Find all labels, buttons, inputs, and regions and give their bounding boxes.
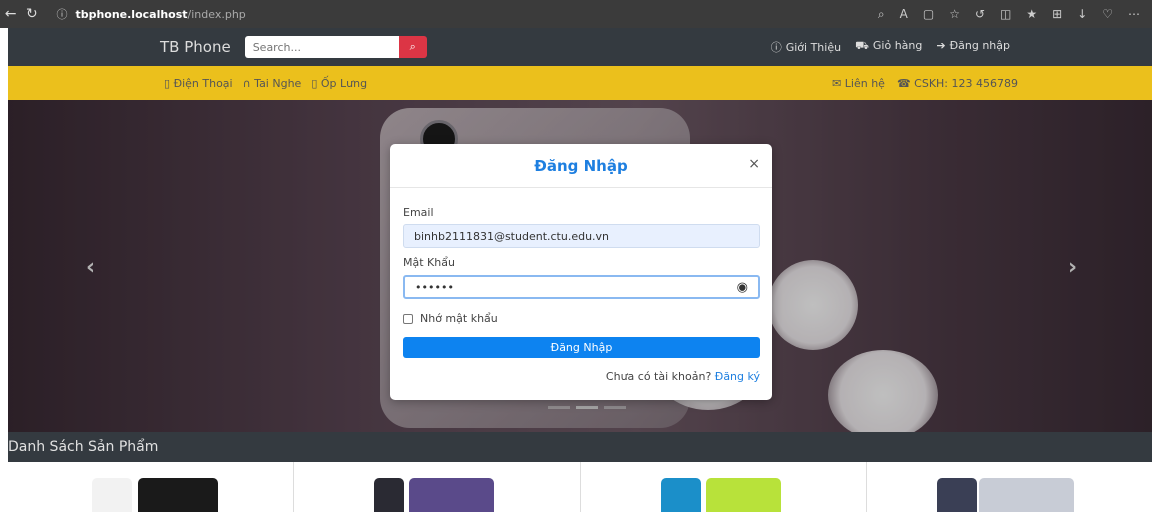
product-image	[138, 478, 218, 512]
product-image	[660, 478, 701, 512]
product-image	[374, 478, 405, 512]
product-card[interactable]	[294, 462, 581, 512]
eye-icon[interactable]: ◉	[737, 280, 748, 295]
nav-link-cart[interactable]: ⛟ Giỏ hàng	[855, 39, 922, 55]
main-navbar: TB Phone ⌕ ⓘGiới Thiệu ⛟Giỏ hàng ➔Đăng n…	[8, 28, 1152, 66]
search-button[interactable]: ⌕	[398, 36, 427, 58]
search-icon: ⌕	[409, 40, 416, 53]
remember-checkbox[interactable]	[403, 313, 413, 324]
contact-link[interactable]: ✉ Liên hệ	[832, 77, 885, 90]
email-label: Email	[403, 206, 434, 219]
login-modal: Đăng Nhập × Email binhb2111831@student.c…	[390, 144, 772, 400]
category-cases[interactable]: ▯ Ốp Lưng	[311, 77, 367, 90]
read-aloud-icon[interactable]: ⌕	[878, 7, 885, 22]
extensions-icon[interactable]: ♡	[1102, 7, 1113, 22]
product-image	[978, 478, 1074, 512]
back-icon[interactable]: ←	[0, 6, 21, 22]
signup-row: Chưa có tài khoản? Đăng ký	[606, 370, 760, 383]
cart-icon: ⛟	[855, 39, 869, 52]
product-image	[92, 478, 132, 512]
remember-label: Nhớ mật khẩu	[420, 312, 498, 325]
case-icon: ▯	[311, 76, 318, 90]
nav-link-about[interactable]: ⓘ Giới Thiệu	[771, 39, 841, 55]
envelope-icon: ✉	[832, 76, 842, 90]
category-bar: ▯ Điện Thoại ∩ Tai Nghe ▯ Ốp Lưng ✉ Liên…	[8, 66, 1152, 100]
login-submit-button[interactable]: Đăng Nhập	[403, 337, 760, 358]
category-phones[interactable]: ▯ Điện Thoại	[164, 77, 233, 90]
email-value: binhb2111831@student.ctu.edu.vn	[414, 229, 610, 243]
category-links: ▯ Điện Thoại ∩ Tai Nghe ▯ Ốp Lưng	[164, 77, 367, 90]
sidebar-icon[interactable]: ◫	[1000, 7, 1011, 22]
url-host: tbphone.localhost	[75, 7, 188, 21]
url-path: /index.php	[187, 7, 246, 21]
phone-icon: ▯	[164, 76, 171, 90]
nav-link-login[interactable]: ➔ Đăng nhập	[936, 39, 1010, 55]
phone-call-icon: ☎	[896, 76, 911, 90]
product-card[interactable]	[867, 462, 1152, 512]
reload-icon[interactable]: ↻	[21, 6, 42, 22]
contact-links: ✉ Liên hệ ☎ CSKH: 123 456789	[832, 77, 1018, 90]
section-title-text: Danh Sách Sản Phẩm	[8, 439, 159, 455]
password-value: ••••••	[415, 280, 454, 294]
site-info-icon[interactable]: ⓘ	[56, 6, 67, 22]
product-image	[705, 478, 781, 512]
info-icon: ⓘ	[770, 41, 782, 54]
password-field[interactable]: •••••• ◉	[403, 275, 760, 299]
product-grid	[8, 462, 1152, 512]
favorite-icon[interactable]: ☆	[949, 7, 960, 22]
signup-prompt: Chưa có tài khoản?	[605, 370, 712, 383]
modal-header: Đăng Nhập ×	[390, 144, 772, 188]
headphones-icon: ∩	[242, 76, 251, 90]
hotline-link[interactable]: ☎ CSKH: 123 456789	[897, 77, 1018, 90]
product-card[interactable]	[581, 462, 867, 512]
split-screen-icon[interactable]: ▢	[923, 7, 934, 22]
product-card[interactable]	[8, 462, 295, 512]
sign-in-icon: ➔	[936, 39, 946, 52]
product-image	[409, 478, 495, 512]
download-icon[interactable]: ↓	[1077, 7, 1087, 22]
collections-icon[interactable]: ⊞	[1052, 7, 1062, 22]
products-section-title: Danh Sách Sản Phẩm	[8, 432, 1152, 462]
more-icon[interactable]: ⋯	[1128, 7, 1140, 22]
signup-link[interactable]: Đăng ký	[715, 370, 760, 383]
browser-toolbar-icons: ⌕ A ▢ ☆ ↺ ◫ ★ ⊞ ↓ ♡ ⋯	[878, 7, 1140, 22]
brand-logo[interactable]: TB Phone	[160, 38, 231, 56]
email-field[interactable]: binhb2111831@student.ctu.edu.vn	[403, 224, 760, 248]
navbar-links: ⓘ Giới Thiệu ⛟ Giỏ hàng ➔ Đăng nhập	[771, 39, 1010, 55]
product-image	[936, 478, 977, 512]
modal-title: Đăng Nhập	[534, 156, 628, 175]
text-size-icon[interactable]: A	[900, 7, 908, 22]
close-icon[interactable]: ×	[748, 156, 760, 172]
favorites-icon[interactable]: ★	[1026, 7, 1037, 22]
remember-me: Nhớ mật khẩu	[403, 312, 498, 325]
search-input[interactable]	[244, 36, 399, 58]
address-bar[interactable]: ⓘ tbphone.localhost /index.php	[48, 4, 877, 24]
category-headphones[interactable]: ∩ Tai Nghe	[243, 77, 302, 90]
password-label: Mật Khẩu	[403, 256, 455, 269]
refresh-icon[interactable]: ↺	[975, 7, 985, 22]
browser-toolbar: ← ↻ ⓘ tbphone.localhost /index.php ⌕ A ▢…	[0, 0, 1152, 28]
